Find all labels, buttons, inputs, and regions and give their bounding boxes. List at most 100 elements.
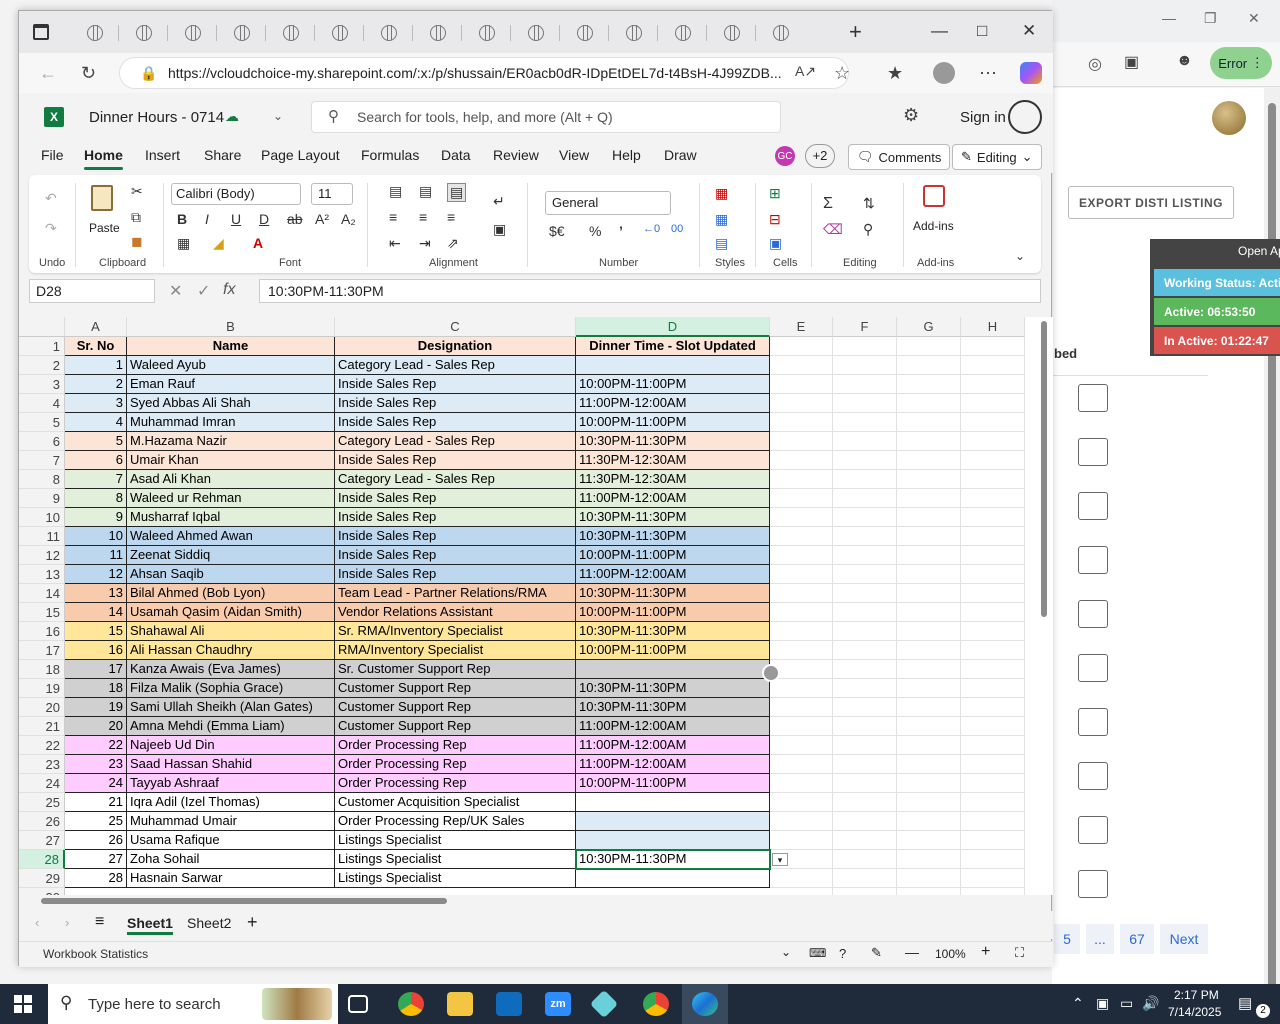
align-middle-icon[interactable]: ▤ bbox=[419, 183, 432, 200]
copilot-icon[interactable] bbox=[1020, 62, 1042, 84]
grid-cell[interactable] bbox=[897, 850, 961, 869]
decrease-decimal-icon[interactable]: 00 bbox=[671, 223, 683, 235]
grid-cell[interactable] bbox=[770, 546, 833, 565]
grid-cell[interactable] bbox=[770, 375, 833, 394]
copy-icon[interactable]: ⧉ bbox=[131, 209, 141, 226]
network-icon[interactable]: ▭ bbox=[1120, 995, 1133, 1012]
row-header[interactable]: 3 bbox=[19, 375, 65, 394]
dinner-time-cell[interactable]: 11:00PM-12:00AM bbox=[576, 736, 770, 755]
coauthor-avatar[interactable]: GC bbox=[775, 146, 795, 166]
export-disti-listing-button[interactable]: EXPORT DISTI LISTING bbox=[1068, 186, 1234, 219]
row-checkbox[interactable] bbox=[1078, 708, 1108, 736]
tab-globe-icon[interactable] bbox=[724, 25, 740, 41]
font-name-select[interactable]: Calibri (Body) bbox=[171, 183, 301, 205]
serial-number-cell[interactable]: 11 bbox=[65, 546, 127, 565]
grid-cell[interactable] bbox=[961, 413, 1025, 432]
grid-cell[interactable] bbox=[833, 603, 897, 622]
grid-cell[interactable] bbox=[961, 831, 1025, 850]
row-header[interactable]: 9 bbox=[19, 489, 65, 508]
status-widget-title[interactable]: Open Ap bbox=[1238, 244, 1280, 258]
serial-number-cell[interactable]: 2 bbox=[65, 375, 127, 394]
dinner-time-cell[interactable] bbox=[576, 356, 770, 375]
serial-number-cell[interactable]: 24 bbox=[65, 774, 127, 793]
dinner-time-cell[interactable]: 11:30PM-12:30AM bbox=[576, 470, 770, 489]
designation-cell[interactable]: Inside Sales Rep bbox=[335, 546, 576, 565]
redo-icon[interactable]: ↷ bbox=[45, 220, 57, 237]
grid-cell[interactable] bbox=[961, 641, 1025, 660]
row-header[interactable]: 8 bbox=[19, 470, 65, 489]
table-header-cell[interactable]: Designation bbox=[335, 337, 576, 356]
tab-globe-icon[interactable] bbox=[332, 25, 348, 41]
name-cell[interactable]: Muhammad Umair bbox=[127, 812, 335, 831]
url-field[interactable]: 🔒 https://vcloudchoice-my.sharepoint.com… bbox=[119, 57, 849, 89]
grid-cell[interactable] bbox=[961, 356, 1025, 375]
grid-cell[interactable] bbox=[897, 736, 961, 755]
name-cell[interactable]: M.Hazama Nazir bbox=[127, 432, 335, 451]
sort-filter-icon[interactable]: ⇅ bbox=[863, 195, 875, 212]
superscript-icon[interactable]: A² bbox=[315, 211, 329, 227]
tab-view[interactable]: View bbox=[559, 147, 589, 163]
designation-cell[interactable]: Listings Specialist bbox=[335, 850, 576, 869]
row-header[interactable]: 14 bbox=[19, 584, 65, 603]
designation-cell[interactable]: Inside Sales Rep bbox=[335, 451, 576, 470]
orientation-icon[interactable]: ⇗ bbox=[447, 235, 459, 252]
page-5-link[interactable]: 5 bbox=[1054, 924, 1080, 954]
grid-cell[interactable] bbox=[961, 812, 1025, 831]
minimize-icon[interactable]: — bbox=[931, 21, 948, 41]
grid-cell[interactable] bbox=[897, 451, 961, 470]
serial-number-cell[interactable]: 6 bbox=[65, 451, 127, 470]
grid-cell[interactable] bbox=[961, 660, 1025, 679]
designation-cell[interactable]: Listings Specialist bbox=[335, 869, 576, 888]
insert-function-icon[interactable]: fx bbox=[223, 281, 235, 299]
row-header[interactable]: 12 bbox=[19, 546, 65, 565]
row-checkbox[interactable] bbox=[1078, 438, 1108, 466]
dinner-time-cell[interactable]: 10:30PM-11:30PM bbox=[576, 584, 770, 603]
row-header[interactable]: 30 bbox=[19, 888, 65, 895]
designation-cell[interactable]: Sr. RMA/Inventory Specialist bbox=[335, 622, 576, 641]
tab-globe-icon[interactable] bbox=[479, 25, 495, 41]
name-cell[interactable]: Muhammad Imran bbox=[127, 413, 335, 432]
increase-indent-icon[interactable]: ⇥ bbox=[419, 235, 431, 252]
close-icon[interactable]: ✕ bbox=[1248, 10, 1260, 27]
serial-number-cell[interactable]: 8 bbox=[65, 489, 127, 508]
edge-icon[interactable] bbox=[692, 992, 718, 1016]
insert-cells-icon[interactable]: ⊞ bbox=[769, 185, 781, 202]
grid-cell[interactable] bbox=[897, 527, 961, 546]
grid-cell[interactable] bbox=[833, 413, 897, 432]
grid-cell[interactable] bbox=[897, 394, 961, 413]
serial-number-cell[interactable]: 28 bbox=[65, 869, 127, 888]
serial-number-cell[interactable]: 21 bbox=[65, 793, 127, 812]
more-coauthors[interactable]: +2 bbox=[805, 144, 835, 168]
grid-cell[interactable] bbox=[897, 831, 961, 850]
designation-cell[interactable]: Customer Support Rep bbox=[335, 717, 576, 736]
grid-cell[interactable] bbox=[897, 698, 961, 717]
name-cell[interactable]: Kanza Awais (Eva James) bbox=[127, 660, 335, 679]
name-cell[interactable]: Waleed ur Rehman bbox=[127, 489, 335, 508]
zoom-out-icon[interactable]: — bbox=[905, 944, 919, 960]
zoom-level[interactable]: 100% bbox=[935, 947, 966, 961]
clear-icon[interactable]: ⌫ bbox=[823, 221, 843, 238]
name-cell[interactable]: Tayyab Ashraaf bbox=[127, 774, 335, 793]
row-header[interactable]: 16 bbox=[19, 622, 65, 641]
wrap-text-icon[interactable]: ↵ bbox=[493, 193, 505, 210]
grid-cell[interactable] bbox=[770, 679, 833, 698]
zoom-in-icon[interactable]: + bbox=[981, 943, 990, 961]
lock-icon[interactable]: 🔒 bbox=[140, 58, 157, 88]
grid-cell[interactable] bbox=[833, 774, 897, 793]
grid-cell[interactable] bbox=[961, 375, 1025, 394]
cancel-icon[interactable]: ✕ bbox=[169, 281, 182, 301]
grid-cell[interactable] bbox=[833, 470, 897, 489]
formula-input[interactable]: 10:30PM-11:30PM bbox=[259, 279, 1041, 303]
grid-cell[interactable] bbox=[770, 736, 833, 755]
active-cell-selection[interactable] bbox=[575, 849, 771, 870]
tab-help[interactable]: Help bbox=[612, 147, 641, 163]
grid-cell[interactable] bbox=[770, 831, 833, 850]
grid-cell[interactable] bbox=[770, 584, 833, 603]
app-icon[interactable] bbox=[589, 989, 619, 1019]
underline-icon[interactable]: U bbox=[231, 211, 241, 227]
serial-number-cell[interactable]: 26 bbox=[65, 831, 127, 850]
percent-icon[interactable]: % bbox=[589, 223, 601, 239]
row-header[interactable]: 26 bbox=[19, 812, 65, 831]
coauthor-presence-icon[interactable] bbox=[762, 664, 780, 682]
column-header-h[interactable]: H bbox=[961, 317, 1025, 337]
